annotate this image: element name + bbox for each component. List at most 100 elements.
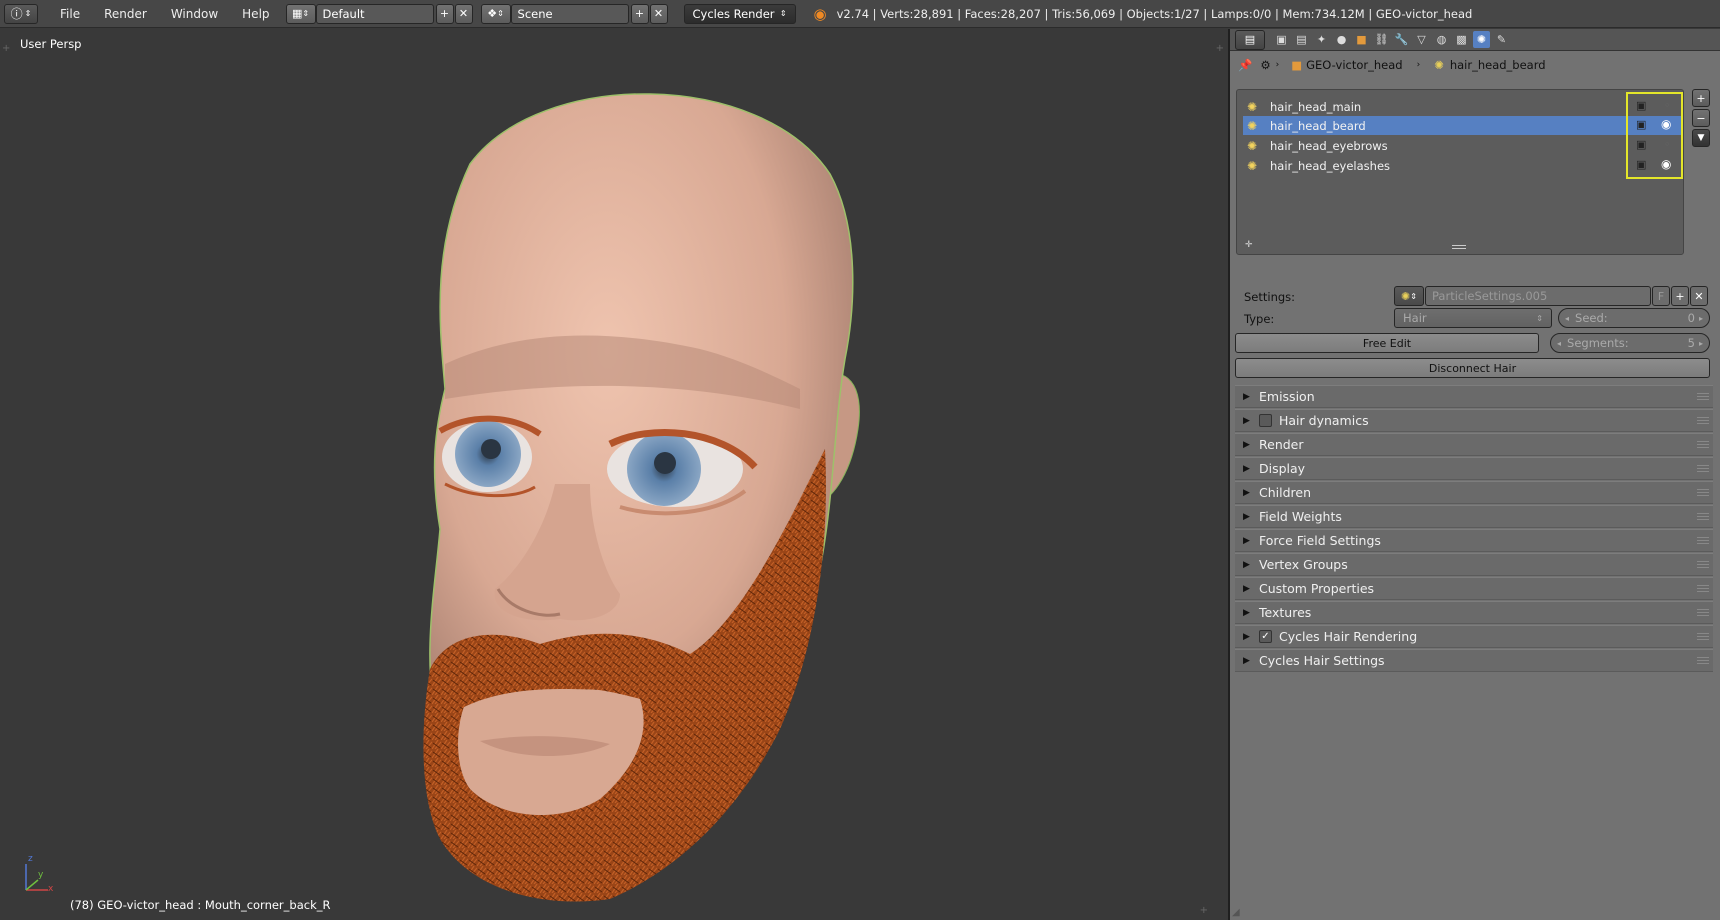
list-resize-handle[interactable] — [1452, 245, 1466, 249]
eye-icon[interactable]: ◉ — [1661, 157, 1671, 171]
drag-grip-icon[interactable] — [1697, 393, 1709, 401]
drag-grip-icon[interactable] — [1697, 441, 1709, 449]
panel-label: Render — [1259, 437, 1304, 452]
render-layers-tab-icon[interactable]: ▤ — [1293, 31, 1310, 48]
type-label: Type: — [1244, 312, 1275, 326]
render-tab-icon[interactable]: ▣ — [1273, 31, 1290, 48]
drag-grip-icon[interactable] — [1697, 657, 1709, 665]
panel-label: Emission — [1259, 389, 1315, 404]
screen-layout-field[interactable]: Default — [315, 3, 434, 24]
list-item-label: hair_head_eyebrows — [1270, 138, 1388, 153]
layout-grid-icon: ▦ — [291, 7, 303, 20]
particles-icon: ✺ — [1434, 58, 1444, 72]
remove-particle-system-button[interactable]: − — [1692, 109, 1710, 127]
menu-render[interactable]: Render — [92, 7, 159, 21]
particle-type-dropdown[interactable]: Hair ⇕ — [1394, 308, 1552, 328]
free-edit-button[interactable]: Free Edit — [1235, 333, 1539, 353]
triangle-right-icon: ▶ — [1243, 487, 1250, 498]
delete-scene-button[interactable]: ✕ — [649, 3, 668, 24]
triangle-right-icon: ▶ — [1243, 463, 1250, 474]
panel-field-weights[interactable]: ▶ Field Weights — [1235, 505, 1713, 528]
render-toggle-icon[interactable]: ▣ — [1636, 138, 1646, 151]
list-item[interactable]: ✺ hair_head_main — [1243, 97, 1683, 116]
render-engine-dropdown[interactable]: Cycles Render ⇕ — [683, 3, 796, 24]
list-item[interactable]: ✺ hair_head_eyebrows — [1243, 136, 1683, 155]
editor-type-info-button[interactable]: ⓘ ⇕ — [4, 3, 38, 24]
world-tab-icon[interactable]: ● — [1333, 31, 1350, 48]
panel-render[interactable]: ▶ Render — [1235, 433, 1713, 456]
particle-settings-field[interactable]: ParticleSettings.005 — [1425, 286, 1651, 306]
corner-resize-icon[interactable]: ◢ — [1232, 907, 1240, 918]
panel-force-field-settings[interactable]: ▶ Force Field Settings — [1235, 529, 1713, 552]
delete-screen-button[interactable]: ✕ — [454, 3, 473, 24]
list-item-selected[interactable]: ✺ hair_head_beard — [1243, 116, 1683, 135]
modifiers-tab-icon[interactable]: 🔧 — [1393, 31, 1410, 48]
menu-help[interactable]: Help — [230, 7, 281, 21]
settings-browse-button[interactable]: ✺ ⇕ — [1394, 286, 1424, 306]
drag-grip-icon[interactable] — [1697, 417, 1709, 425]
drag-grip-icon[interactable] — [1697, 561, 1709, 569]
render-toggle-icon[interactable]: ▣ — [1636, 158, 1646, 171]
blender-logo-icon: ◉ — [813, 4, 827, 23]
scene-field[interactable]: Scene — [510, 3, 629, 24]
hair-dynamics-checkbox[interactable] — [1259, 414, 1272, 427]
menu-window[interactable]: Window — [159, 7, 230, 21]
drag-grip-icon[interactable] — [1697, 585, 1709, 593]
constraints-tab-icon[interactable]: ⛓ — [1373, 31, 1390, 48]
add-particle-system-button[interactable]: + — [1692, 89, 1710, 107]
render-toggle-icon[interactable]: ▣ — [1636, 118, 1646, 131]
drag-grip-icon[interactable] — [1697, 465, 1709, 473]
chevron-updown-icon: ⇕ — [24, 9, 32, 18]
object-tab-icon[interactable]: ■ — [1353, 31, 1370, 48]
viewport-visibility-icon[interactable]: ◦ — [1664, 138, 1671, 151]
render-toggle-icon[interactable]: ▣ — [1636, 99, 1646, 112]
new-settings-button[interactable]: + — [1671, 286, 1689, 306]
drag-grip-icon[interactable] — [1697, 489, 1709, 497]
panel-cycles-hair-settings[interactable]: ▶ Cycles Hair Settings — [1235, 649, 1713, 672]
screen-layout-browse-button[interactable]: ▦ ⇕ — [285, 3, 316, 24]
panel-custom-properties[interactable]: ▶ Custom Properties — [1235, 577, 1713, 600]
panel-textures[interactable]: ▶ Textures — [1235, 601, 1713, 624]
fake-user-button[interactable]: F — [1652, 286, 1670, 306]
viewport-visibility-icon[interactable]: ◦ — [1664, 99, 1671, 112]
add-screen-button[interactable]: + — [435, 3, 454, 24]
material-tab-icon[interactable]: ◍ — [1433, 31, 1450, 48]
pin-icon[interactable]: 📌 — [1238, 58, 1252, 72]
triangle-right-icon: ▶ — [1243, 631, 1250, 642]
list-filter-icon[interactable]: ✛ — [1245, 240, 1253, 250]
panel-hair-dynamics[interactable]: ▶ Hair dynamics — [1235, 409, 1713, 432]
particles-tab-icon[interactable]: ✺ — [1473, 31, 1490, 48]
plus-icon: + — [439, 7, 450, 20]
data-tab-icon[interactable]: ▽ — [1413, 31, 1430, 48]
texture-tab-icon[interactable]: ▩ — [1453, 31, 1470, 48]
cycles-hair-rendering-checkbox[interactable]: ✓ — [1259, 630, 1272, 643]
3d-viewport[interactable]: User Persp + + + z y x (78) GEO-victor_h… — [0, 29, 1228, 920]
panel-cycles-hair-rendering[interactable]: ▶ ✓ Cycles Hair Rendering — [1235, 625, 1713, 648]
render-engine-label: Cycles Render — [692, 6, 775, 21]
seed-field[interactable]: ◂ Seed: 0 ▸ — [1558, 308, 1710, 328]
physics-tab-icon[interactable]: ✎ — [1493, 31, 1510, 48]
list-item[interactable]: ✺ hair_head_eyelashes — [1243, 156, 1683, 175]
editor-type-button[interactable]: ▤ — [1235, 29, 1265, 50]
segments-value: 5 — [1687, 336, 1695, 350]
particle-systems-list[interactable]: ✺ hair_head_main ✺ hair_head_beard ✺ hai… — [1236, 89, 1684, 255]
drag-grip-icon[interactable] — [1697, 633, 1709, 641]
drag-grip-icon[interactable] — [1697, 513, 1709, 521]
panel-vertex-groups[interactable]: ▶ Vertex Groups — [1235, 553, 1713, 576]
unlink-settings-button[interactable]: ✕ — [1690, 286, 1708, 306]
panel-display[interactable]: ▶ Display — [1235, 457, 1713, 480]
drag-grip-icon[interactable] — [1697, 537, 1709, 545]
segments-field[interactable]: ◂ Segments: 5 ▸ — [1550, 333, 1710, 353]
scene-browse-button[interactable]: ❖ ⇕ — [480, 3, 511, 24]
add-scene-button[interactable]: + — [630, 3, 649, 24]
triangle-right-icon: ▶ — [1243, 535, 1250, 546]
drag-grip-icon[interactable] — [1697, 609, 1709, 617]
panel-children[interactable]: ▶ Children — [1235, 481, 1713, 504]
panel-emission[interactable]: ▶ Emission — [1235, 385, 1713, 408]
disconnect-hair-button[interactable]: Disconnect Hair — [1235, 358, 1710, 378]
eye-icon[interactable]: ◉ — [1661, 117, 1671, 131]
scene-tab-icon[interactable]: ✦ — [1313, 31, 1330, 48]
menu-file[interactable]: File — [48, 7, 92, 21]
particles-icon: ✺ — [1247, 118, 1258, 133]
specials-menu-button[interactable]: ▼ — [1692, 129, 1710, 147]
